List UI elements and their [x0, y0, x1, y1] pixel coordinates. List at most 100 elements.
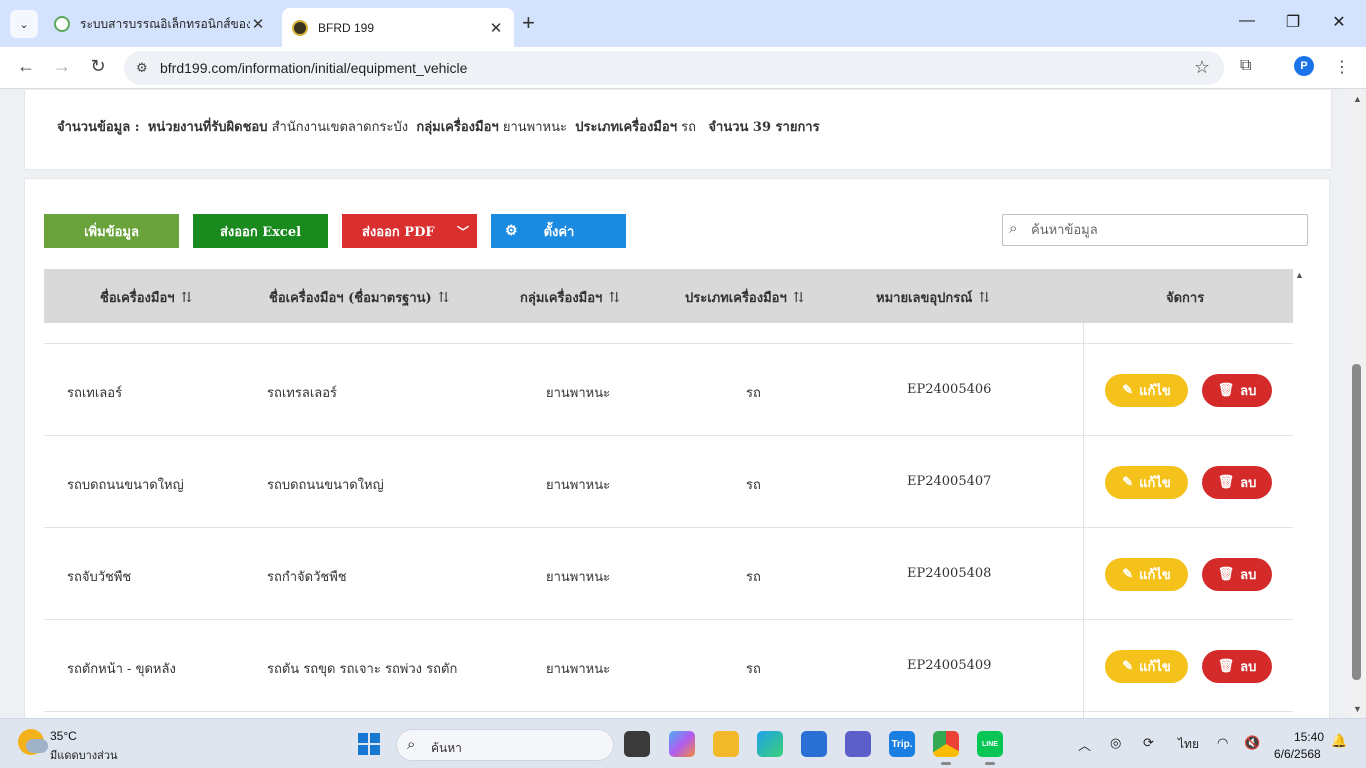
- notification-icon[interactable]: 🔔: [1331, 733, 1347, 749]
- site-info-icon[interactable]: ⚙: [136, 60, 148, 76]
- delete-button[interactable]: 🗑 ลบ: [1202, 650, 1272, 683]
- search-box[interactable]: ⌕: [1002, 214, 1308, 246]
- pencil-icon: ✎: [1122, 659, 1134, 674]
- edit-button[interactable]: ✎ แก้ไข: [1105, 374, 1188, 407]
- cell-name: รถบดถนนขนาดใหญ่: [67, 478, 184, 493]
- edit-button[interactable]: ✎ แก้ไข: [1105, 466, 1188, 499]
- delete-button[interactable]: 🗑 ลบ: [1202, 558, 1272, 591]
- task-view-icon[interactable]: [624, 731, 650, 757]
- search-input[interactable]: [1031, 219, 1301, 241]
- scrollbar-thumb[interactable]: [1352, 364, 1361, 680]
- show-hidden-icons-icon[interactable]: ︿: [1078, 735, 1091, 754]
- volume-muted-icon[interactable]: 🔇: [1244, 735, 1260, 751]
- cell-equipment-number: EP24005408: [907, 566, 992, 581]
- taskbar-search[interactable]: ⌕ ค้นหา: [396, 729, 614, 761]
- sort-icon[interactable]: ⇅: [978, 290, 990, 306]
- edit-button[interactable]: ✎ แก้ไข: [1105, 650, 1188, 683]
- copilot-icon[interactable]: [669, 731, 695, 757]
- browser-tab-bar: ⌄ ระบบสารบรรณอิเล็กทรอนิกส์ของกรุงเทพมหา…: [0, 0, 1366, 47]
- trip-icon[interactable]: Trip.: [889, 731, 915, 757]
- tab-search-chevron-icon[interactable]: ⌄: [10, 10, 38, 38]
- file-explorer-icon[interactable]: [713, 731, 739, 757]
- group-value: ยานพาหนะ: [502, 120, 567, 135]
- header-name[interactable]: ชื่อเครื่องมือฯ ⇅: [100, 287, 192, 308]
- back-arrow-icon[interactable]: ←: [14, 56, 38, 77]
- delete-button[interactable]: 🗑 ลบ: [1202, 374, 1272, 407]
- bookmark-star-icon[interactable]: ☆: [1194, 57, 1210, 78]
- sort-icon[interactable]: ⇅: [181, 290, 193, 306]
- agency-label: หน่วยงานที่รับผิดชอบ: [147, 120, 268, 135]
- cell-type: รถ: [746, 570, 761, 585]
- sort-icon[interactable]: ⇅: [793, 290, 805, 306]
- header-group[interactable]: กลุ่มเครื่องมือฯ ⇅: [520, 287, 620, 308]
- profile-avatar[interactable]: P: [1294, 56, 1314, 76]
- delete-button[interactable]: 🗑 ลบ: [1202, 466, 1272, 499]
- agency-value: สำนักงานเขตลาดกระบัง: [271, 120, 409, 135]
- weather-condition[interactable]: มีแดดบางส่วน: [50, 746, 118, 764]
- table-scroll-up-icon[interactable]: ▲: [1295, 270, 1304, 280]
- cell-equipment-number: EP24005407: [907, 474, 992, 489]
- cell-type: รถ: [746, 386, 761, 401]
- settings-button[interactable]: ⚙ ตั้งค่า: [491, 214, 626, 248]
- chevron-down-icon[interactable]: ﹀: [457, 223, 469, 240]
- close-tab-icon[interactable]: ✕: [488, 19, 504, 37]
- language-indicator[interactable]: ไทย: [1178, 735, 1199, 754]
- restore-icon[interactable]: ❐: [1278, 12, 1308, 32]
- page-scrollbar[interactable]: ▲ ▼: [1348, 90, 1366, 718]
- edit-button[interactable]: ✎ แก้ไข: [1105, 558, 1188, 591]
- trash-icon: 🗑: [1217, 475, 1235, 490]
- tab-bfrd[interactable]: BFRD 199 ✕: [282, 8, 514, 47]
- header-standard-name[interactable]: ชื่อเครื่องมือฯ (ชื่อมาตรฐาน) ⇅: [269, 287, 449, 308]
- cell-name: รถตักหน้า - ขุดหลัง: [67, 662, 176, 677]
- edit-label: แก้ไข: [1139, 568, 1171, 583]
- sort-icon[interactable]: ⇅: [608, 290, 620, 306]
- scroll-down-icon[interactable]: ▼: [1353, 704, 1362, 714]
- chrome-icon[interactable]: [933, 731, 959, 765]
- edge-icon[interactable]: [757, 731, 783, 757]
- header-label: ประเภทเครื่องมือฯ: [685, 291, 787, 306]
- header-equipment-number[interactable]: หมายเลขอุปกรณ์ ⇅: [876, 287, 990, 308]
- extensions-puzzle-icon[interactable]: ⧉: [1240, 57, 1251, 75]
- group-label: กลุ่มเครื่องมือฯ: [416, 120, 499, 135]
- trash-icon: 🗑: [1217, 567, 1235, 582]
- header-label: ชื่อเครื่องมือฯ (ชื่อมาตรฐาน): [269, 291, 432, 306]
- wifi-icon[interactable]: ◠: [1217, 735, 1228, 751]
- address-bar[interactable]: ⚙ bfrd199.com/information/initial/equipm…: [124, 51, 1224, 85]
- saraban-favicon-icon: [54, 16, 70, 32]
- export-excel-button[interactable]: ส่งออก Excel: [193, 214, 328, 248]
- close-window-icon[interactable]: ✕: [1324, 12, 1354, 32]
- vpn-icon[interactable]: ◎: [1110, 735, 1121, 751]
- export-pdf-button[interactable]: ส่งออก PDF ﹀: [342, 214, 477, 248]
- total-count: จำนวน 39 รายการ: [708, 120, 820, 135]
- close-tab-icon[interactable]: ✕: [250, 15, 266, 33]
- forward-arrow-icon[interactable]: →: [50, 56, 74, 77]
- cloud-icon: [26, 739, 48, 753]
- line-icon[interactable]: LINE: [977, 731, 1003, 765]
- store-icon[interactable]: [801, 731, 827, 757]
- edit-label: แก้ไข: [1139, 476, 1171, 491]
- header-manage: จัดการ: [1166, 291, 1205, 306]
- tab-saraban[interactable]: ระบบสารบรรณอิเล็กทรอนิกส์ของกรุงเทพมหานค…: [44, 8, 276, 40]
- trash-icon: 🗑: [1217, 659, 1235, 674]
- new-tab-plus-icon[interactable]: +: [522, 12, 535, 34]
- page-content: จำนวนข้อมูล : หน่วยงานที่รับผิดชอบ สำนัก…: [0, 90, 1348, 718]
- teams-icon[interactable]: [845, 731, 871, 757]
- header-type[interactable]: ประเภทเครื่องมือฯ ⇅: [685, 287, 805, 308]
- sort-icon[interactable]: ⇅: [438, 290, 450, 306]
- reload-icon[interactable]: ↻: [86, 56, 110, 77]
- clock-date[interactable]: 6/6/2568: [1274, 747, 1321, 761]
- count-label: จำนวนข้อมูล :: [57, 120, 140, 135]
- scroll-up-icon[interactable]: ▲: [1353, 94, 1362, 104]
- type-label: ประเภทเครื่องมือฯ: [575, 120, 677, 135]
- url-text[interactable]: bfrd199.com/information/initial/equipmen…: [160, 60, 467, 76]
- table-row: รถเทเลอร์ รถเทรลเลอร์ ยานพาหนะ รถ EP2400…: [44, 344, 1293, 436]
- add-data-button[interactable]: เพิ่มข้อมูล: [44, 214, 179, 248]
- minimize-icon[interactable]: —: [1232, 12, 1262, 30]
- windows-start-icon[interactable]: [358, 733, 380, 755]
- taskbar-search-text: ค้นหา: [431, 741, 462, 755]
- temperature[interactable]: 35°C: [50, 729, 77, 743]
- browser-menu-icon[interactable]: ⋮: [1334, 57, 1350, 77]
- clock-time[interactable]: 15:40: [1294, 730, 1324, 744]
- sync-icon[interactable]: ⟳: [1143, 735, 1154, 751]
- edit-label: แก้ไข: [1139, 660, 1171, 675]
